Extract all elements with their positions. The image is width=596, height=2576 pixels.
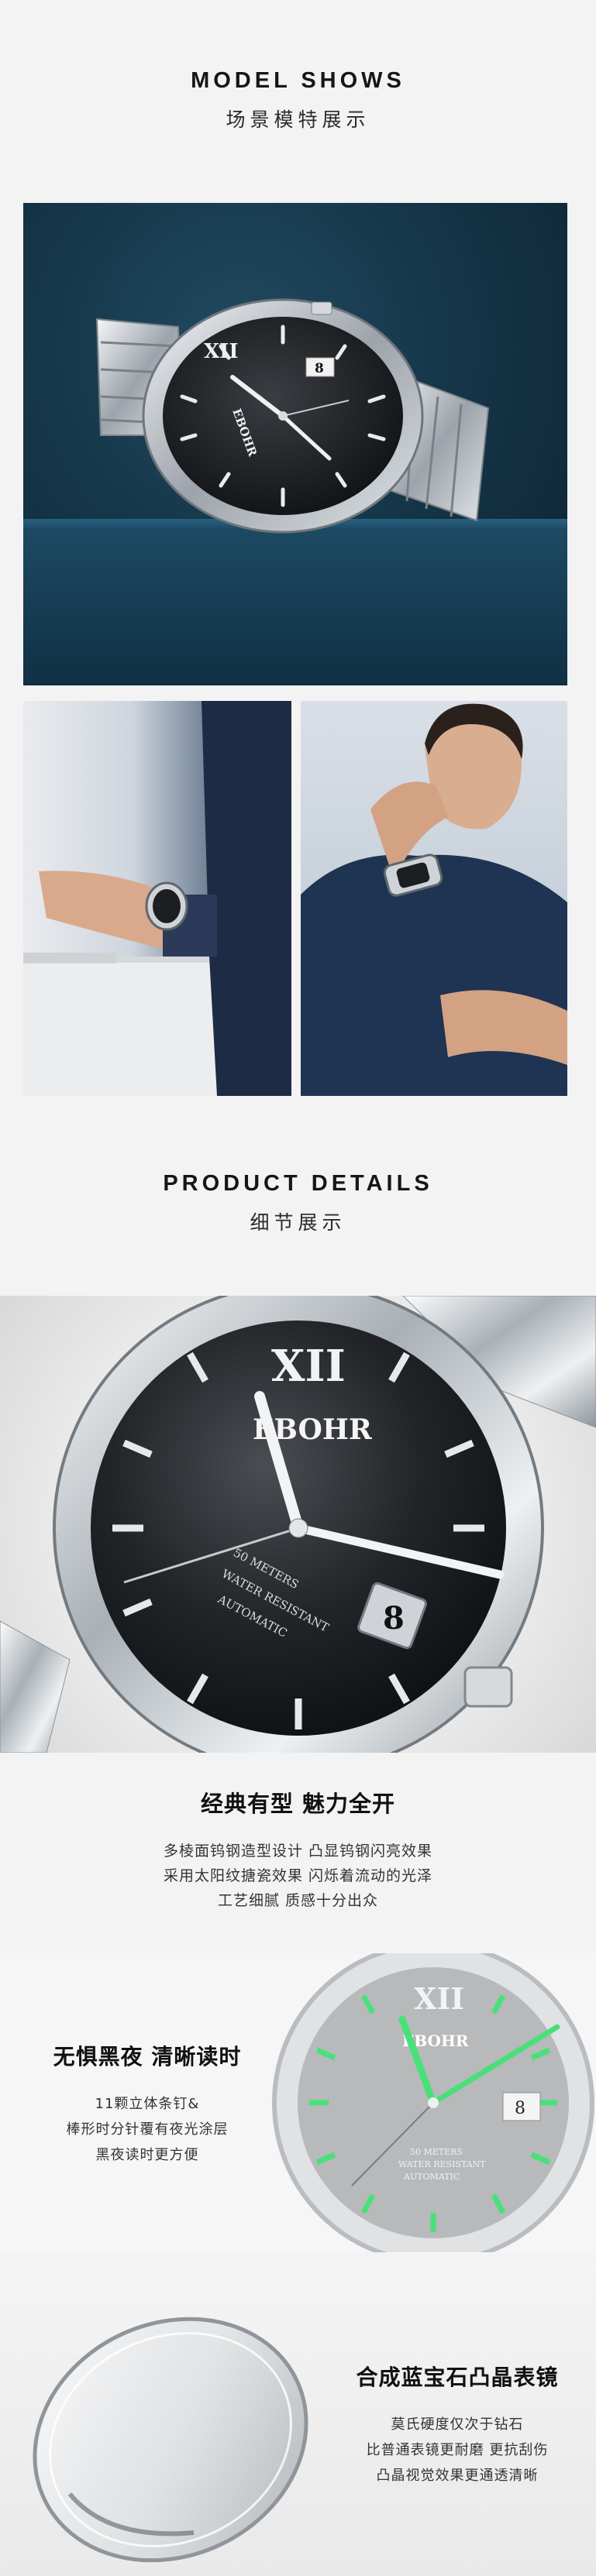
closeup-crown: [463, 1666, 513, 1708]
model-shows-subtitle: 场景模特展示: [226, 108, 370, 131]
model-jacket: [301, 854, 567, 1096]
laptop: [23, 953, 116, 963]
feature-sapphire-line: 凸晶视觉效果更通透清晰: [376, 2468, 539, 2484]
feature-night-title: 无惧黑夜 清晰读时: [53, 2044, 242, 2069]
product-detail-page: MODEL SHOWS 场景模特展示 XII 8 EBOHR PRODUCT D…: [0, 0, 596, 2576]
feature-night-panel: 无惧黑夜 清晰读时 11颗立体条钉& 棒形时分针覆有夜光涂层 黑夜读时更方便 X…: [0, 1953, 596, 2252]
watch-closeup-illustration: XII EBOHR 50 METERS WATER RESISTANT AUTO…: [0, 1296, 596, 1753]
feature-classic-title: 经典有型 魅力全开: [200, 1791, 396, 1817]
feature-classic: 经典有型 魅力全开 多棱面钨钢造型设计 凸显钨钢闪亮效果 采用太阳纹搪瓷效果 闪…: [0, 1786, 596, 1913]
feature-sapphire-panel: 合成蓝宝石凸晶表镜 莫氏硬度仅次于钻石 比普通表镜更耐磨 更抗刮伤 凸晶视觉效果…: [0, 2262, 596, 2576]
feature-classic-line: 工艺细腻 质感十分出众: [217, 1892, 379, 1909]
feature-night-line: 黑夜读时更方便: [95, 2147, 199, 2163]
sapphire-crystal: [33, 2317, 308, 2563]
date-value: 8: [315, 361, 324, 376]
lume-watch-illustration: XII EBOHR 8 50 METERS WATER RESISTANT AU…: [272, 1953, 594, 2252]
lume-dial-text-automatic: AUTOMATIC: [403, 2172, 460, 2182]
product-details-subtitle: 细节展示: [250, 1211, 346, 1234]
feature-sapphire-line: 莫氏硬度仅次于钻石: [391, 2416, 524, 2433]
lifestyle-photo-desk: [23, 701, 291, 1096]
model-shows-header: MODEL SHOWS 场景模特展示: [0, 68, 596, 132]
feature-classic-lines: 多棱面钨钢造型设计 凸显钨钢闪亮效果 采用太阳纹搪瓷效果 闪烁着流动的光泽 工艺…: [0, 1839, 596, 1913]
closeup-pinion: [288, 1518, 308, 1538]
feature-classic-line: 多棱面钨钢造型设计 凸显钨钢闪亮效果: [163, 1843, 433, 1860]
feature-night-line: 11颗立体条钉&: [95, 2096, 200, 2112]
watch-crown: [311, 301, 332, 315]
feature-classic-line: 采用太阳纹搪瓷效果 闪烁着流动的光泽: [163, 1867, 433, 1884]
model-shows-title: MODEL SHOWS: [191, 68, 405, 93]
portrait-illustration: [301, 703, 567, 1096]
sapphire-crystal-illustration: [33, 2317, 308, 2563]
feature-night-text: 无惧黑夜 清晰读时 11颗立体条钉& 棒形时分针覆有夜光涂层 黑夜读时更方便: [16, 2040, 279, 2168]
lume-date-value: 8: [515, 2099, 525, 2118]
feature-sapphire-line: 比普通表镜更耐磨 更抗刮伤: [366, 2442, 549, 2458]
roman-numeral: XII: [204, 340, 239, 363]
feature-sapphire-title: 合成蓝宝石凸晶表镜: [356, 2365, 559, 2390]
product-details-title: PRODUCT DETAILS: [163, 1171, 433, 1196]
lume-roman-numeral: XII: [414, 1981, 464, 2016]
lifestyle-photo-portrait: [301, 701, 567, 1096]
product-details-header: PRODUCT DETAILS 细节展示: [0, 1171, 596, 1235]
lume-dial-text-water: WATER RESISTANT: [398, 2159, 486, 2169]
closeup-bracelet-bottom: [0, 1620, 71, 1753]
hero-watch-illustration: XII 8 EBOHR: [95, 298, 490, 534]
lume-dial-text-meters: 50 METERS: [410, 2147, 463, 2157]
feature-sapphire-text: 合成蓝宝石凸晶表镜 莫氏硬度仅次于钻石 比普通表镜更耐磨 更抗刮伤 凸晶视觉效果…: [326, 2361, 589, 2488]
feature-night-line: 棒形时分针覆有夜光涂层: [66, 2121, 229, 2138]
closeup-roman-numeral: XII: [271, 1341, 346, 1392]
hand-pinion: [278, 411, 288, 421]
desk-scene-illustration: [23, 701, 291, 1096]
lume-pinion: [428, 2097, 439, 2108]
closeup-date-value: 8: [383, 1600, 405, 1637]
watch-closeup-image: XII EBOHR 50 METERS WATER RESISTANT AUTO…: [0, 1296, 596, 1753]
hero-watch-image: XII 8 EBOHR: [23, 203, 567, 685]
